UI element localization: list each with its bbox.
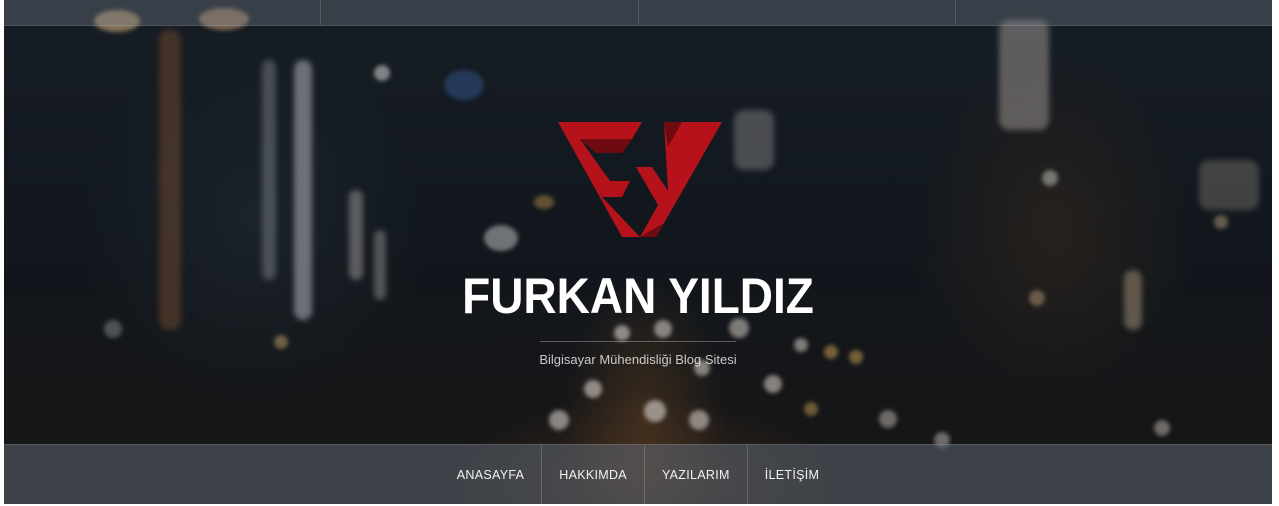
- hero-header: FURKAN YILDIZ Bilgisayar Mühendisliği Bl…: [4, 0, 1272, 504]
- nav-item-iletisim[interactable]: İLETİŞİM: [748, 445, 837, 504]
- nav-item-yazilarim[interactable]: YAZILARIM: [645, 445, 748, 504]
- background-dim-overlay: [4, 0, 1272, 504]
- top-bar-cell: [956, 0, 1272, 25]
- fy-monogram-logo[interactable]: [556, 119, 724, 239]
- top-bar-cell: [639, 0, 956, 25]
- title-divider: [540, 341, 736, 342]
- site-title[interactable]: FURKAN YILDIZ: [55, 266, 1222, 326]
- nav-item-anasayfa[interactable]: ANASAYFA: [440, 445, 543, 504]
- site-tagline: Bilgisayar Mühendisliği Blog Sitesi: [539, 352, 737, 367]
- nav-item-hakkimda[interactable]: HAKKIMDA: [542, 445, 645, 504]
- top-bar: [4, 0, 1272, 26]
- top-bar-cell: [321, 0, 639, 25]
- top-bar-cell: [4, 0, 322, 25]
- main-nav: ANASAYFA HAKKIMDA YAZILARIM İLETİŞİM: [4, 444, 1272, 504]
